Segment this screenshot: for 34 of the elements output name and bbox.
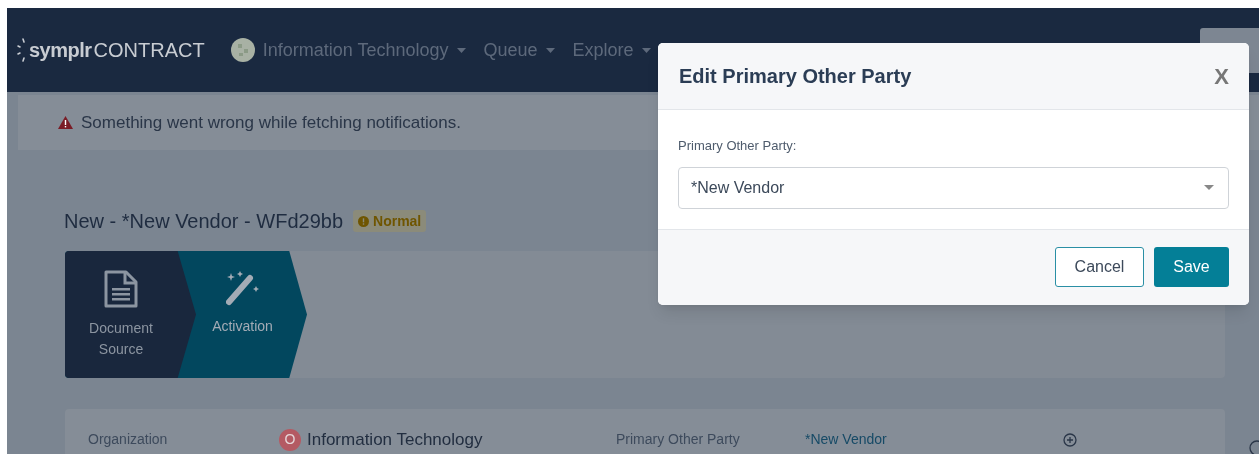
dialog-title: Edit Primary Other Party [679, 64, 912, 89]
step-label: Activation [212, 317, 273, 336]
workflow-step[interactable]: Activation [196, 251, 307, 378]
globe-icon [230, 38, 255, 62]
warning-icon [58, 116, 73, 129]
field-label: Primary Other Party: [678, 137, 798, 155]
logo-text: CONTRACT [93, 38, 205, 63]
step-label: Document Source [88, 319, 154, 359]
save-button[interactable]: Save [1154, 247, 1229, 288]
logo-text: symplr [29, 38, 92, 63]
party-dropdown[interactable]: *New Vendor [678, 166, 1229, 209]
record-title: New - *New Vendor - WFd29bb [64, 209, 343, 234]
field-label: Organization [88, 430, 169, 450]
nav-menu[interactable]: Information Technology [262, 36, 466, 64]
nav-menu[interactable]: Queue [483, 36, 555, 64]
field-value: Information Technology [307, 429, 483, 451]
party-link[interactable]: *New Vendor [805, 429, 887, 451]
workflow-step[interactable]: Document Source [65, 251, 196, 378]
sun-rays-icon [17, 36, 27, 64]
exclamation-icon [358, 215, 369, 227]
field-label: Primary Other Party [616, 430, 741, 450]
add-icon[interactable] [1063, 432, 1077, 447]
document-icon [104, 270, 138, 308]
caret-icon [1204, 185, 1214, 190]
caret-icon [545, 47, 555, 53]
priority-badge: Normal [353, 210, 427, 232]
alert-message: Something went wrong while fetching notifications. [81, 111, 461, 134]
org-badge: O [279, 428, 301, 451]
close-button[interactable]: X [1214, 59, 1229, 93]
cancel-button[interactable]: Cancel [1055, 247, 1144, 288]
caret-icon [641, 47, 651, 53]
caret-icon [456, 47, 466, 53]
magic-wand-icon [225, 270, 260, 306]
nav-menu[interactable]: Explore [572, 36, 651, 64]
